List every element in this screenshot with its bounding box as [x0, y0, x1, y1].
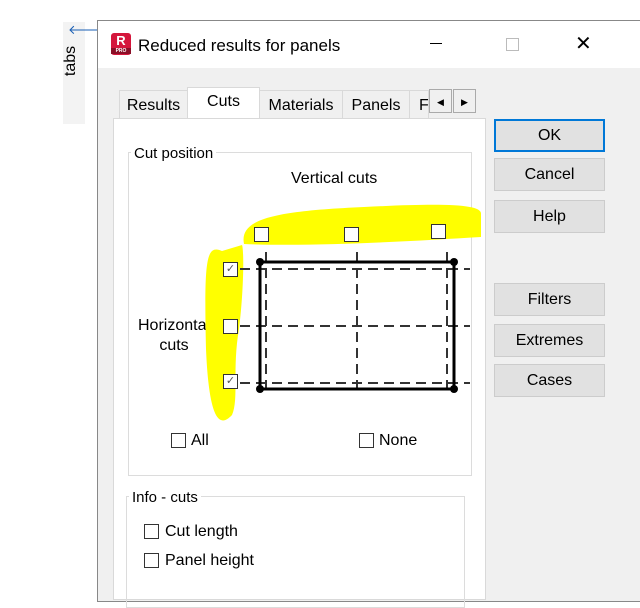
tab-results[interactable]: Results [119, 90, 188, 120]
none-label: None [379, 432, 418, 449]
tab-scroll-left-button[interactable]: ◀ [429, 89, 452, 113]
app-icon-letter: R [116, 33, 126, 48]
cuts-tab-panel: Cut position Vertical cuts Horizontal cu… [113, 118, 486, 608]
window-title: Reduced results for panels [138, 36, 341, 55]
tab-partial[interactable]: F [409, 90, 429, 119]
app-icon: R PRO [111, 33, 131, 55]
dialog-window: R PRO Reduced results for panels ✕ Resul… [97, 20, 640, 608]
all-checkbox[interactable] [171, 433, 186, 448]
vertical-cut-checkbox-2[interactable] [344, 227, 359, 242]
cut-diagram [205, 204, 482, 421]
minimize-button[interactable] [430, 43, 442, 44]
help-button[interactable]: Help [494, 200, 605, 233]
app-icon-badge: PRO [111, 48, 131, 54]
panel-height-label: Panel height [165, 552, 254, 569]
cut-length-checkbox[interactable] [144, 524, 159, 539]
maximize-button[interactable] [506, 38, 519, 51]
tab-materials[interactable]: Materials [259, 90, 343, 120]
filters-button[interactable]: Filters [494, 283, 605, 316]
extremes-button[interactable]: Extremes [494, 324, 605, 357]
cancel-button[interactable]: Cancel [494, 158, 605, 191]
tab-scroll-right-button[interactable]: ▶ [453, 89, 476, 113]
title-bar: R PRO Reduced results for panels ✕ [98, 21, 640, 68]
close-button[interactable]: ✕ [575, 31, 592, 56]
tab-panels[interactable]: Panels [342, 90, 410, 120]
tab-cuts[interactable]: Cuts [187, 87, 260, 121]
all-label: All [191, 432, 209, 449]
vertical-cut-checkbox-3[interactable] [431, 224, 446, 239]
horizontal-cut-checkbox-3[interactable]: ✓ [223, 374, 238, 389]
horizontal-cut-checkbox-1[interactable]: ✓ [223, 262, 238, 277]
vertical-cut-checkbox-1[interactable] [254, 227, 269, 242]
none-checkbox[interactable] [359, 433, 374, 448]
panel-height-checkbox[interactable] [144, 553, 159, 568]
cases-button[interactable]: Cases [494, 364, 605, 397]
horizontal-cut-checkbox-2[interactable] [223, 319, 238, 334]
cut-length-label: Cut length [165, 523, 238, 540]
ok-button[interactable]: OK [494, 119, 605, 152]
info-cuts-label: Info - cuts [129, 489, 201, 506]
side-tabs-label: tabs [62, 45, 80, 77]
